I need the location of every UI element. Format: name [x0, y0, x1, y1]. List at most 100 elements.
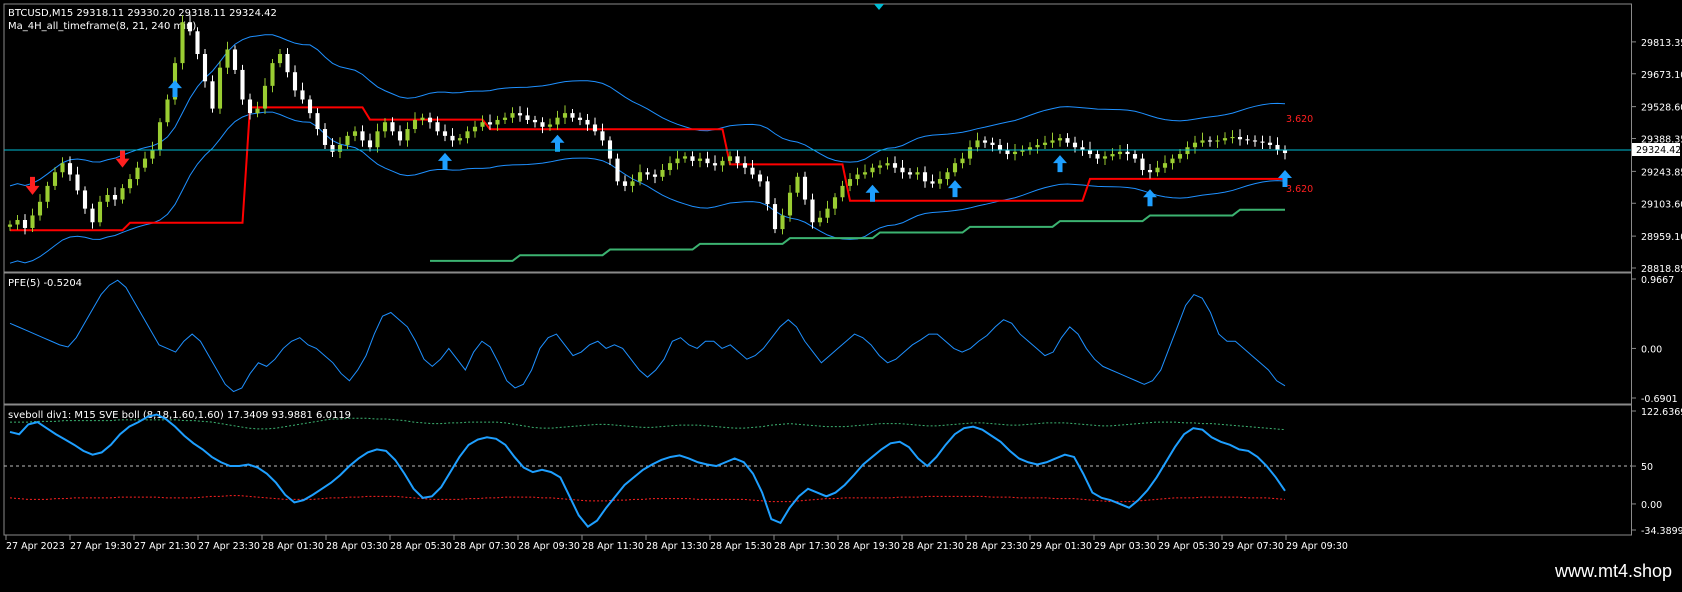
candle-body — [600, 131, 605, 141]
buy-arrow — [550, 134, 565, 152]
candle-body — [525, 115, 530, 120]
candle-body — [15, 219, 20, 225]
candle-body — [795, 176, 800, 193]
candle-body — [877, 165, 883, 168]
y-tick-label: -0.6901 — [1641, 394, 1678, 405]
candle-body — [360, 131, 365, 141]
candle-body — [960, 158, 965, 164]
candle-body — [1252, 140, 1258, 142]
candle-body — [750, 167, 755, 175]
candle-body — [1245, 139, 1250, 141]
candle-body — [915, 172, 920, 175]
candle-body — [1192, 142, 1198, 148]
upper-band — [9, 34, 1286, 187]
x-tick-label: 29 Apr 05:30 — [1158, 541, 1220, 552]
candle-body — [922, 172, 928, 182]
candle-body — [127, 179, 133, 189]
buy-arrow — [438, 152, 452, 170]
candle-body — [495, 119, 500, 125]
chart-shift-marker[interactable] — [874, 4, 884, 10]
sve-lower — [9, 495, 1286, 503]
candle-body — [615, 158, 620, 182]
candle-body — [690, 156, 695, 161]
candle-body — [780, 215, 785, 230]
y-tick-label: 122.6369 — [1641, 407, 1682, 418]
candle-body — [592, 124, 598, 132]
candle-body — [1095, 154, 1100, 159]
candle-body — [982, 140, 988, 143]
candle-body — [1162, 163, 1168, 168]
candle-body — [67, 163, 73, 175]
candle-body — [720, 160, 725, 166]
candle-body — [292, 72, 298, 91]
green-step-line — [430, 208, 1285, 262]
candle-body — [645, 172, 650, 175]
candle-body — [540, 122, 545, 127]
candle-body — [345, 135, 350, 145]
sve-series — [4, 413, 1631, 529]
sell-arrow — [115, 149, 130, 168]
x-tick-label: 28 Apr 07:30 — [454, 541, 516, 552]
candle-body — [1170, 158, 1175, 164]
buy-arrow — [168, 80, 182, 98]
current-price-label: 29324.42 — [1636, 145, 1681, 156]
chart-svg[interactable]: BTCUSD,M15 29318.11 29330.20 29318.11 29… — [0, 0, 1682, 592]
candle-body — [907, 172, 913, 175]
watermark: www.mt4.shop — [1554, 561, 1672, 581]
candle-body — [870, 167, 875, 173]
candle-body — [712, 163, 718, 166]
candle-body — [262, 85, 268, 109]
candle-body — [735, 156, 740, 164]
y-tick-label: -34.3899 — [1641, 526, 1682, 537]
signal-arrows — [25, 80, 1292, 207]
candle-body — [352, 131, 358, 136]
candle-body — [480, 122, 485, 127]
x-tick-label: 28 Apr 11:30 — [582, 541, 644, 552]
candle-body — [532, 119, 538, 123]
candle-body — [832, 197, 838, 209]
candle-body — [382, 122, 388, 132]
candle-body — [757, 174, 763, 182]
buy-arrow — [865, 184, 880, 202]
candle-body — [945, 172, 950, 180]
candle-body — [60, 163, 65, 173]
x-tick-label: 28 Apr 09:30 — [518, 541, 580, 552]
candle-body — [660, 169, 665, 177]
candle-body — [817, 217, 823, 223]
candle-body — [45, 185, 50, 202]
candle-body — [240, 69, 245, 100]
x-axis-ticks: 27 Apr 2023 27 Apr 19:30 27 Apr 21:30 27 Ap… — [5, 535, 1348, 552]
footer-bar — [0, 560, 1682, 592]
candle-body — [502, 117, 508, 120]
candle-body — [255, 108, 260, 114]
candle-body — [1027, 147, 1033, 150]
candle-body — [412, 119, 418, 130]
candle-body — [742, 163, 748, 168]
candle-body — [862, 172, 868, 175]
candle-body — [697, 158, 703, 161]
candle-body — [52, 172, 58, 186]
candle-body — [1200, 140, 1205, 143]
candle-body — [630, 181, 635, 186]
x-tick-label: 28 Apr 03:30 — [326, 541, 388, 552]
candle-body — [885, 163, 890, 166]
candle-body — [1065, 138, 1070, 143]
candle-body — [202, 54, 208, 82]
candle-body — [1072, 142, 1078, 148]
candle-body — [75, 174, 80, 191]
candle-body — [135, 167, 140, 180]
x-tick-label: 28 Apr 13:30 — [646, 541, 708, 552]
candle-body — [555, 117, 560, 125]
candle-body — [465, 131, 470, 139]
y-tick-label: 29673.10 — [1641, 70, 1682, 81]
x-tick-label: 28 Apr 01:30 — [262, 541, 324, 552]
candle-body — [765, 181, 770, 205]
candle-body — [285, 54, 290, 73]
pfe-series — [9, 279, 1286, 393]
candle-body — [727, 156, 733, 161]
candle-body — [435, 122, 440, 132]
x-tick-label: 29 Apr 07:30 — [1222, 541, 1284, 552]
candle-body — [510, 113, 515, 118]
x-tick-label: 27 Apr 21:30 — [134, 541, 196, 552]
candle-body — [1155, 167, 1160, 173]
